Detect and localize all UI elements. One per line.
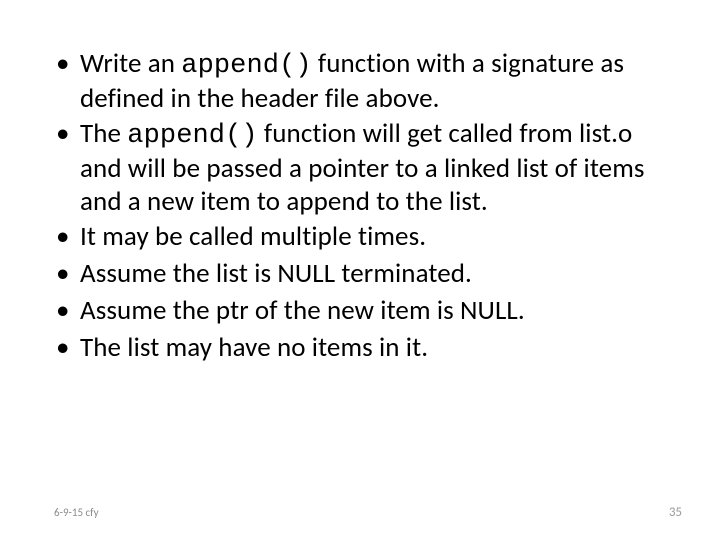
bullet-text-pre: Assume the list is NULL terminated. bbox=[80, 257, 472, 290]
bullet-text-pre: Write an bbox=[80, 47, 181, 80]
list-item: Assume the list is NULL terminated. bbox=[54, 258, 666, 293]
footer-left: 6-9-15 cfy bbox=[54, 506, 99, 519]
bullet-text-pre: Assume the ptr of the new item is NULL. bbox=[80, 294, 525, 327]
bullet-text-pre: The list may have no items in it. bbox=[80, 331, 428, 364]
bullet-list: Write an append() function with a signat… bbox=[54, 48, 666, 366]
list-item: The append() function will get called fr… bbox=[54, 118, 666, 219]
bullet-code: append() bbox=[181, 51, 311, 81]
bullet-text-pre: It may be called multiple times. bbox=[80, 220, 426, 253]
list-item: The list may have no items in it. bbox=[54, 332, 666, 367]
list-item: It may be called multiple times. bbox=[54, 221, 666, 256]
bullet-code: append() bbox=[127, 121, 257, 151]
list-item: Assume the ptr of the new item is NULL. bbox=[54, 295, 666, 330]
list-item: Write an append() function with a signat… bbox=[54, 48, 666, 116]
page-number: 35 bbox=[669, 505, 682, 520]
slide-footer: 6-9-15 cfy 35 bbox=[0, 505, 720, 520]
slide: Write an append() function with a signat… bbox=[0, 0, 720, 540]
bullet-text-pre: The bbox=[80, 117, 127, 150]
